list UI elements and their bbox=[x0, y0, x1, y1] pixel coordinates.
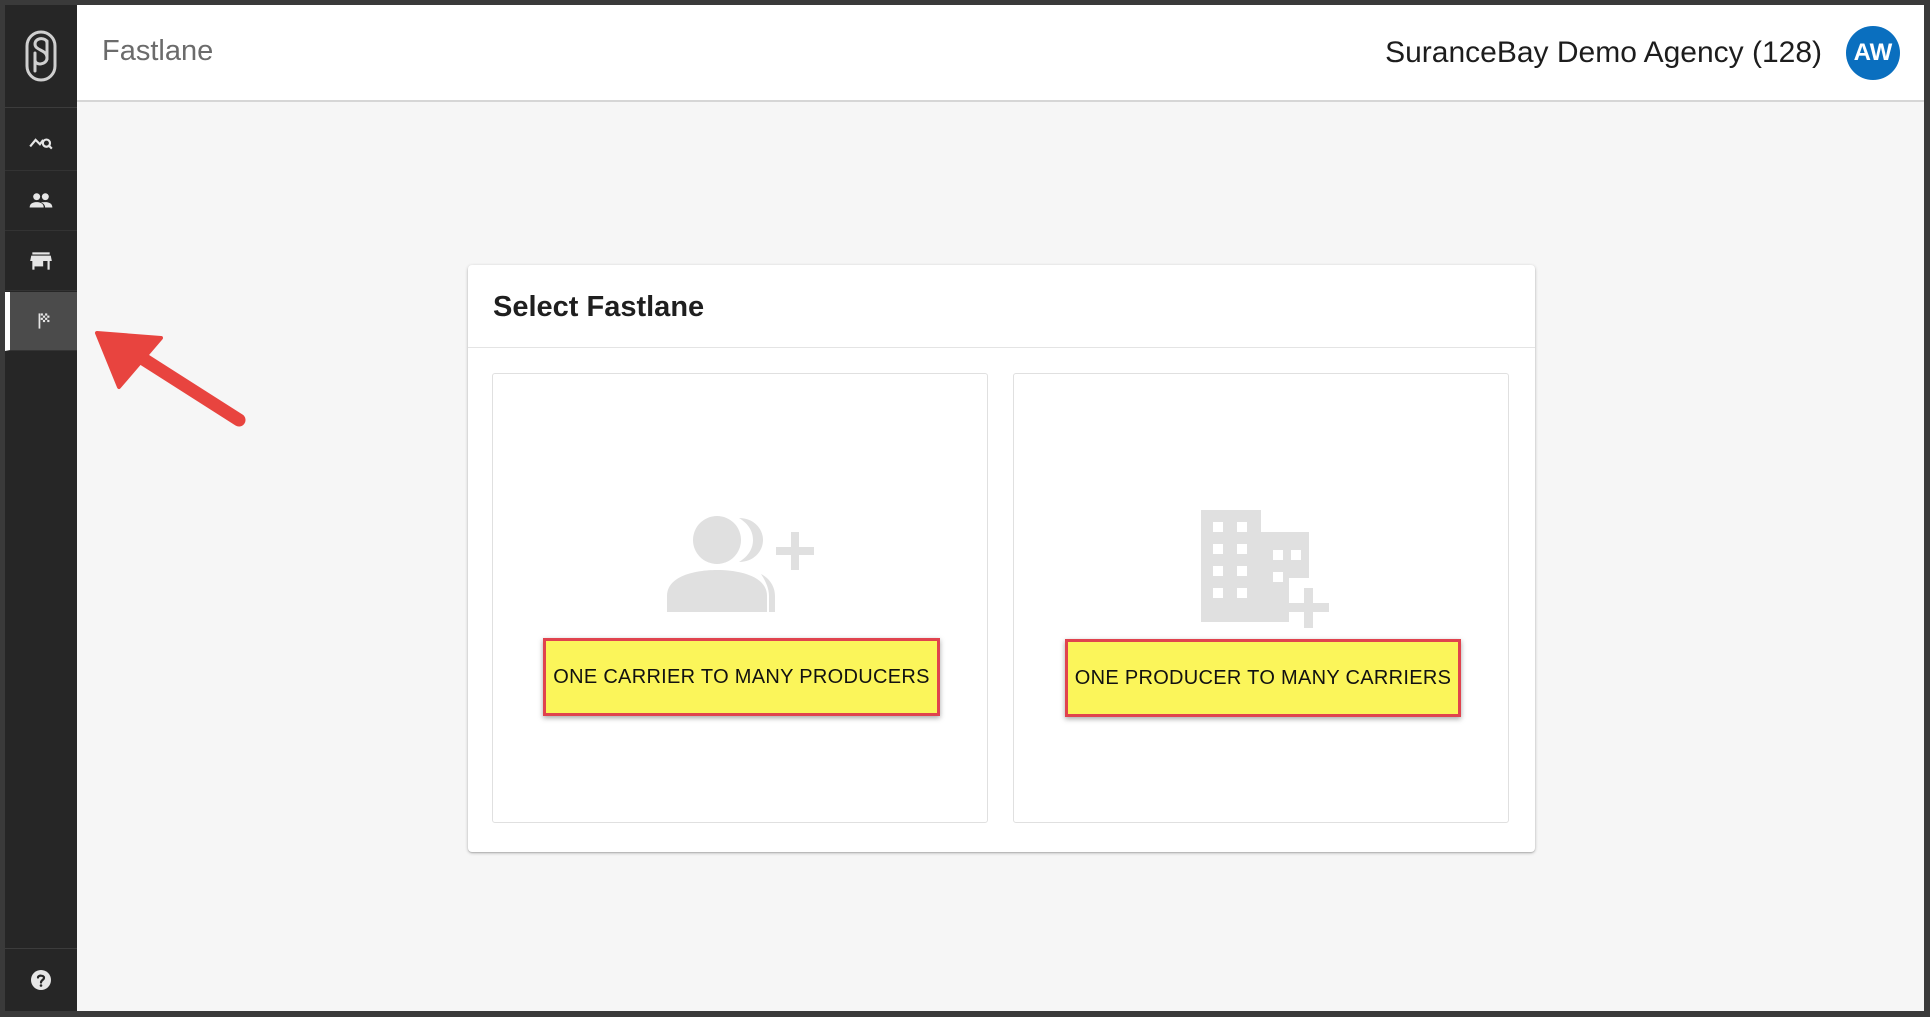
surancebay-logo-icon bbox=[25, 30, 57, 82]
sidebar-item-fastlane[interactable] bbox=[5, 292, 77, 351]
analytics-search-icon bbox=[29, 138, 53, 150]
sidebar-item-people[interactable] bbox=[5, 172, 77, 231]
group-add-icon bbox=[667, 516, 814, 612]
flag-icon bbox=[38, 313, 49, 329]
avatar[interactable]: AW bbox=[1846, 26, 1900, 80]
logo[interactable] bbox=[5, 5, 77, 108]
sidebar-item-store[interactable] bbox=[5, 232, 77, 291]
divider bbox=[468, 347, 1535, 348]
page-title: Fastlane bbox=[102, 35, 214, 67]
carrier-to-producers-button[interactable]: ONE CARRIER TO MANY PRODUCERS bbox=[543, 638, 940, 716]
top-bar: Fastlane SuranceBay Demo Agency (128) AW bbox=[77, 5, 1924, 102]
app-window: Fastlane SuranceBay Demo Agency (128) AW… bbox=[5, 5, 1924, 1011]
option-producer-to-carriers[interactable]: ONE PRODUCER TO MANY CARRIERS bbox=[1013, 373, 1509, 823]
sidebar-item-analytics[interactable] bbox=[5, 112, 77, 171]
annotation-arrow-icon bbox=[95, 331, 246, 427]
agency-name[interactable]: SuranceBay Demo Agency (128) bbox=[1385, 36, 1822, 70]
domain-add-icon bbox=[1201, 510, 1329, 630]
card-title: Select Fastlane bbox=[493, 291, 705, 323]
store-icon bbox=[30, 252, 52, 270]
help-icon bbox=[31, 970, 51, 990]
option-carrier-to-producers[interactable]: ONE CARRIER TO MANY PRODUCERS bbox=[492, 373, 988, 823]
sidebar bbox=[5, 5, 77, 1011]
help-button[interactable] bbox=[5, 948, 77, 1011]
producer-to-carriers-button[interactable]: ONE PRODUCER TO MANY CARRIERS bbox=[1065, 639, 1461, 717]
select-fastlane-card: Select Fastlane ONE CARRIER TO MANY PROD… bbox=[468, 265, 1535, 852]
people-icon bbox=[29, 193, 53, 208]
